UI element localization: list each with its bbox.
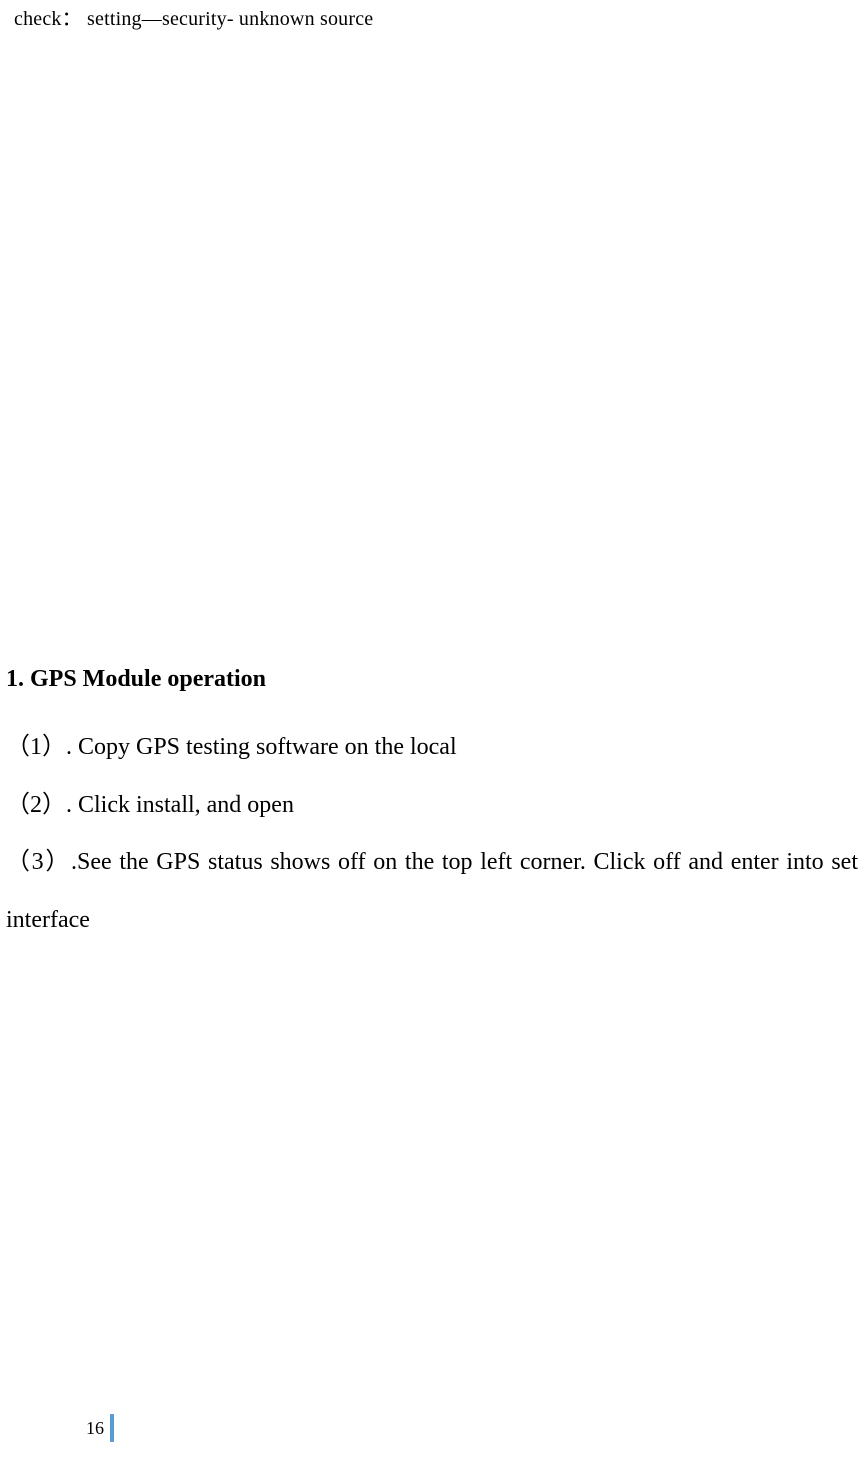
content-area: 1. GPS Module operation （1）. Copy GPS te… <box>6 666 858 949</box>
list-item-1: （1）. Copy GPS testing software on the lo… <box>6 719 858 777</box>
list-item-3: （3）.See the GPS status shows off on the … <box>6 834 858 949</box>
page-number: 16 <box>86 1418 104 1439</box>
top-note-text: check： setting—security- unknown source <box>14 2 373 31</box>
footer-accent-bar <box>110 1414 114 1442</box>
page-footer: 16 <box>86 1414 114 1442</box>
list-item-2: （2）. Click install, and open <box>6 777 858 835</box>
section-heading: 1. GPS Module operation <box>6 666 858 693</box>
